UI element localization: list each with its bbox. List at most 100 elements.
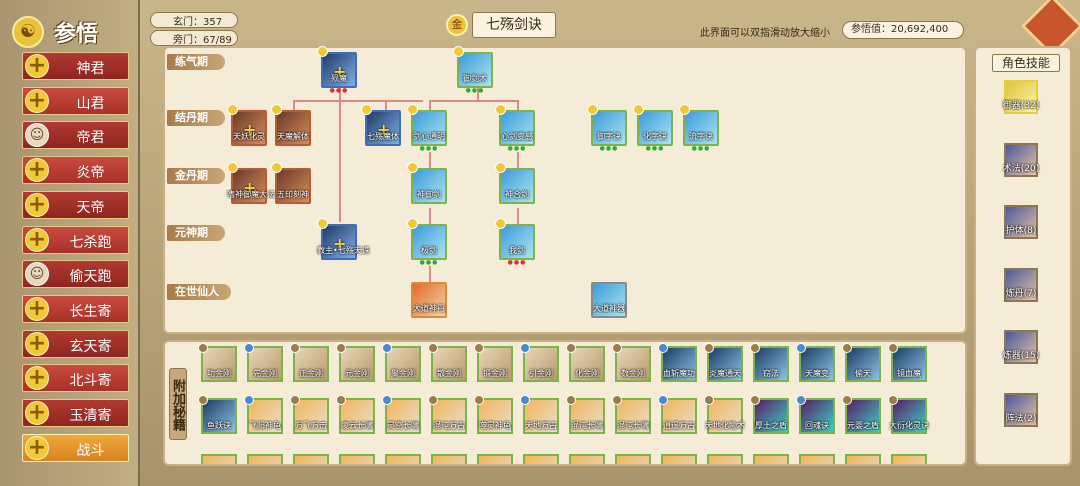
skill-node[interactable]: 神合剑 bbox=[495, 162, 535, 204]
manual-item[interactable]: 凌云长啸 bbox=[336, 395, 375, 434]
skill-node[interactable]: 大道神器 bbox=[591, 282, 627, 318]
manual-item[interactable]: 镜血魔 bbox=[888, 343, 927, 382]
manual-item[interactable] bbox=[339, 454, 375, 464]
manual-item[interactable] bbox=[661, 454, 697, 464]
sidebar-item[interactable]: ☺ 偷天跑 bbox=[22, 260, 129, 289]
skill-node[interactable]: 化字诀 ●●● bbox=[633, 104, 673, 152]
manual-item[interactable] bbox=[707, 454, 743, 464]
manual-item[interactable]: 天魔变 bbox=[796, 343, 835, 382]
grade-badge-icon bbox=[474, 395, 484, 405]
manual-item[interactable]: 万飞万击 bbox=[290, 395, 329, 434]
sidebar-item[interactable]: ☺ 帝君 bbox=[22, 121, 129, 150]
sidebar-item[interactable]: + 天帝 bbox=[22, 190, 129, 219]
role-skill-button[interactable]: 炼器(15) bbox=[1003, 330, 1039, 364]
manual-item[interactable]: 混沌万古 bbox=[428, 395, 467, 434]
level-dots: ●●● bbox=[419, 259, 439, 266]
skill-node[interactable]: 御字诀 ●●● bbox=[587, 104, 627, 152]
tier-label: 元神期 bbox=[167, 225, 225, 241]
skill-node[interactable]: + 教主•七殇天诛 bbox=[317, 218, 370, 260]
manual-item[interactable]: 正金刚 bbox=[290, 343, 329, 382]
role-skill-button[interactable]: 阵法(2) bbox=[1004, 392, 1038, 427]
skill-node[interactable]: 极剑 ●●● bbox=[407, 218, 447, 266]
manual-item[interactable]: 大衍化灵诀 bbox=[888, 395, 929, 434]
manual-item[interactable]: 天地化物术 bbox=[704, 395, 745, 434]
manual-item[interactable] bbox=[523, 454, 559, 464]
manual-item[interactable]: 回魂诀 bbox=[796, 395, 835, 434]
extra-manuals-tab[interactable]: 附加秘籍 bbox=[169, 368, 187, 440]
manual-item[interactable]: 厚土之盾 bbox=[750, 395, 789, 434]
grade-badge-icon bbox=[428, 395, 438, 405]
sidebar-item[interactable]: + 玉清寄 bbox=[22, 399, 129, 427]
manual-item[interactable]: 锻金刚 bbox=[474, 343, 513, 382]
manual-item[interactable]: 散金刚 bbox=[428, 343, 467, 382]
manual-item[interactable] bbox=[201, 454, 237, 464]
manual-item[interactable]: 混沌长啸 bbox=[612, 395, 651, 434]
manual-item[interactable] bbox=[477, 454, 513, 464]
manual-item[interactable]: 灵空长啸 bbox=[382, 395, 421, 434]
skill-node[interactable]: 御剑术 ●●● bbox=[453, 46, 493, 94]
sidebar-item[interactable]: + 山君 bbox=[22, 86, 129, 115]
manual-item[interactable]: 混沌长啸 bbox=[566, 395, 605, 434]
manual-item[interactable]: 聚金刚 bbox=[382, 343, 421, 382]
manual-item[interactable] bbox=[431, 454, 467, 464]
manual-item[interactable] bbox=[753, 454, 789, 464]
manual-item[interactable]: 功金刚 bbox=[198, 343, 237, 382]
tree-connector bbox=[429, 100, 431, 110]
manual-item[interactable] bbox=[799, 454, 835, 464]
skill-tree-panel[interactable]: 练气期 结丹期 金丹期 元神期 在世仙人 + 殒魔 ●●● 御剑术 ●●● + 天妖化灵… bbox=[163, 46, 967, 334]
manual-item[interactable]: 逍遥万古 bbox=[658, 395, 697, 434]
manual-item[interactable] bbox=[569, 454, 605, 464]
sidebar-item[interactable]: + 炎帝 bbox=[22, 156, 129, 185]
manual-item[interactable] bbox=[293, 454, 329, 464]
manual-item[interactable] bbox=[385, 454, 421, 464]
sidebar-item[interactable]: + 战斗 bbox=[22, 433, 129, 462]
skill-node[interactable]: 大道神丹 bbox=[411, 282, 447, 318]
sidebar-item[interactable]: + 神君 bbox=[22, 52, 129, 80]
skill-node[interactable]: 天魔解体 bbox=[271, 104, 311, 146]
sidebar-item[interactable]: + 长生寄 bbox=[22, 294, 129, 323]
manual-item[interactable]: 窃法 bbox=[750, 343, 789, 382]
sidebar-item[interactable]: + 七杀跑 bbox=[22, 225, 129, 254]
skill-node[interactable]: 剑心通明 ●●● bbox=[407, 104, 447, 152]
skill-node[interactable]: 五印刻神 bbox=[271, 162, 311, 204]
manual-item[interactable]: 天地万古 bbox=[520, 395, 559, 434]
level-dots: ●●● bbox=[599, 145, 619, 152]
skill-node[interactable]: + 殒魔 ●●● bbox=[317, 46, 357, 94]
manual-item[interactable]: 化金刚 bbox=[566, 343, 605, 382]
manual-item[interactable]: 炎魔通天 bbox=[704, 343, 743, 382]
grade-badge-icon bbox=[290, 395, 300, 405]
manual-item[interactable]: 元婴之盾 bbox=[842, 395, 881, 434]
skill-node[interactable]: 流字诀 ●●● bbox=[679, 104, 719, 152]
manual-item[interactable]: 数金刚 bbox=[612, 343, 651, 382]
manual-item[interactable] bbox=[247, 454, 283, 464]
skill-node[interactable]: 神御剑 bbox=[407, 162, 447, 204]
skill-node[interactable]: + 七殇魔体 bbox=[361, 104, 401, 146]
manual-item[interactable]: 飞阳神龟 bbox=[244, 395, 283, 434]
manual-item[interactable] bbox=[615, 454, 651, 464]
role-skill-label: 炼丹(7) bbox=[1005, 288, 1037, 299]
manual-item[interactable]: 偷天 bbox=[842, 343, 881, 382]
role-skill-button[interactable]: 御器(32) bbox=[1003, 80, 1039, 114]
skill-node[interactable]: + 嗜神御魔大法 bbox=[227, 162, 275, 204]
manual-item[interactable]: 先金刚 bbox=[244, 343, 283, 382]
extra-manuals-panel[interactable]: 附加秘籍 功金刚 先金刚 正金刚 元金刚 聚金刚 散金刚 锻金刚 引金刚 化金刚 数金刚 血斩魔功 炎… bbox=[163, 340, 967, 466]
sidebar-item[interactable]: + 北斗寄 bbox=[22, 364, 129, 393]
manual-item[interactable]: 血斩魔功 bbox=[658, 343, 697, 382]
manual-item[interactable]: 引金刚 bbox=[520, 343, 559, 382]
sidebar-item[interactable]: + 玄天寄 bbox=[22, 329, 129, 358]
sidebar-item-label: 神君 bbox=[76, 61, 105, 77]
manual-item[interactable]: 鱼跃诀 bbox=[198, 395, 237, 434]
role-skill-button[interactable]: 护体(8) bbox=[1004, 205, 1038, 239]
manual-item[interactable] bbox=[845, 454, 881, 464]
skill-node[interactable]: + 天妖化灵 bbox=[227, 104, 267, 146]
skill-node[interactable]: 我剑 ●●● bbox=[495, 218, 535, 266]
manual-item[interactable]: 元金刚 bbox=[336, 343, 375, 382]
enlightenment-icon: ☯ bbox=[12, 16, 44, 48]
manual-item[interactable] bbox=[891, 454, 927, 464]
skill-node[interactable]: 心剑变感 ●●● bbox=[495, 104, 535, 152]
manual-item[interactable]: 噬灵神龟 bbox=[474, 395, 513, 434]
role-skill-button[interactable]: 炼丹(7) bbox=[1004, 267, 1038, 302]
gold-badge-icon bbox=[361, 104, 372, 115]
role-skill-button[interactable]: 术法(20) bbox=[1003, 142, 1039, 177]
manual-item-label: 天地化物术 bbox=[705, 421, 745, 430]
